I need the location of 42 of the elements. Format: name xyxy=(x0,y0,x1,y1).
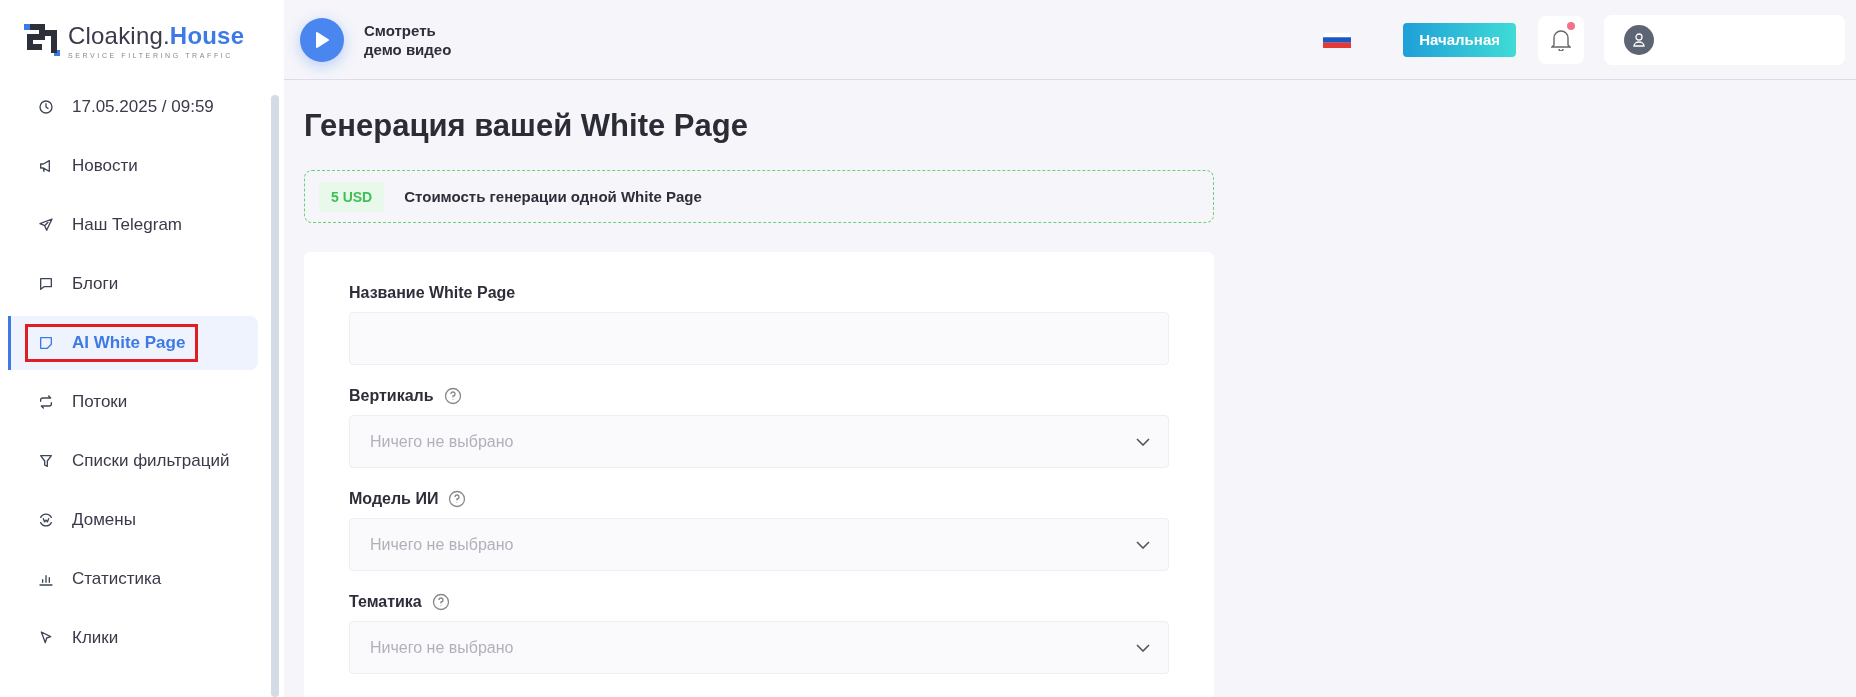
web-icon xyxy=(38,512,54,528)
logo-text: Cloaking.House xyxy=(68,21,245,50)
sidebar-item[interactable]: AI White Page xyxy=(8,316,258,370)
scrollbar[interactable] xyxy=(271,95,279,697)
price-text: Стоимость генерации одной White Page xyxy=(404,188,702,205)
help-icon[interactable] xyxy=(431,593,450,611)
sidebar-item[interactable]: Статистика xyxy=(8,552,258,606)
sidebar-item[interactable]: Списки фильтраций xyxy=(8,434,258,488)
paper-plane-icon xyxy=(38,217,54,233)
notifications-button[interactable] xyxy=(1538,15,1584,64)
chat-icon xyxy=(38,276,54,292)
page-title: Генерация вашей White Page xyxy=(304,108,749,144)
field-label: Название White Page xyxy=(349,284,516,302)
bell-icon xyxy=(1551,28,1571,51)
user-menu[interactable] xyxy=(1604,14,1845,65)
sidebar-item[interactable]: Домены xyxy=(8,493,258,547)
play-button[interactable] xyxy=(300,17,344,62)
sidebar-item[interactable]: Новости xyxy=(8,139,258,193)
sidebar-item[interactable]: Потоки xyxy=(8,375,258,429)
note-icon xyxy=(38,335,54,351)
help-icon[interactable] xyxy=(443,387,462,405)
sidebar-item[interactable]: 17.05.2025 / 09:59 xyxy=(8,80,258,134)
chevron-down-icon xyxy=(1136,437,1150,446)
filter-icon xyxy=(38,453,54,469)
chevron-down-icon xyxy=(1136,643,1150,652)
field-label: Вертикаль xyxy=(349,387,434,405)
sidebar-item[interactable]: Клики xyxy=(8,611,258,665)
avatar-icon xyxy=(1624,24,1654,55)
demo-video-link[interactable]: Смотреть демо видео xyxy=(364,20,452,59)
flag-icon[interactable] xyxy=(1323,31,1352,48)
field-label: Тематика xyxy=(349,593,422,611)
clock-icon xyxy=(38,99,54,115)
help-icon[interactable] xyxy=(448,490,467,508)
cursor-icon xyxy=(38,630,54,646)
price-badge: 5 USD xyxy=(319,181,385,212)
logo-icon xyxy=(24,24,60,56)
sidebar-item[interactable]: Наш Telegram xyxy=(8,198,258,252)
repeat-icon xyxy=(38,394,54,410)
field-label: Модель ИИ xyxy=(349,490,439,508)
play-icon xyxy=(315,31,329,48)
sidebar-item[interactable]: Блоги xyxy=(8,257,258,311)
chevron-down-icon xyxy=(1136,540,1150,549)
